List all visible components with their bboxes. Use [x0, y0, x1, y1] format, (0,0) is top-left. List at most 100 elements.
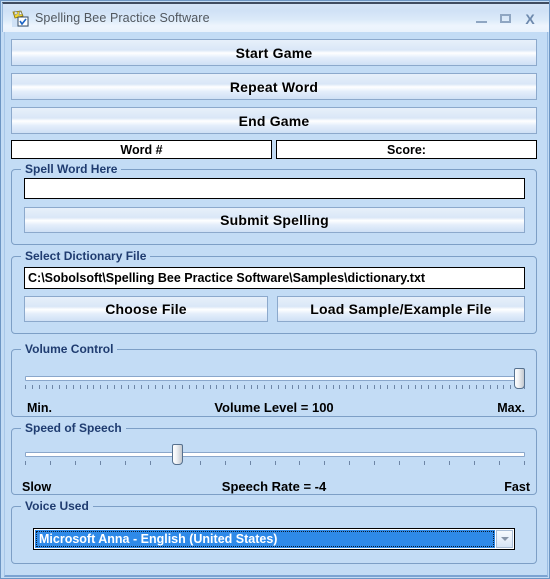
slider-tick	[59, 385, 60, 389]
minimize-button[interactable]	[471, 10, 493, 28]
slider-tick	[292, 385, 293, 389]
slider-tick	[353, 385, 354, 389]
slider-tick	[497, 385, 498, 389]
slider-tick	[285, 385, 286, 389]
word-number-readout: Word #	[11, 140, 272, 159]
volume-group-label: Volume Control	[21, 342, 118, 356]
speech-speed-max-label: Fast	[504, 480, 530, 494]
slider-tick	[223, 385, 224, 389]
start-game-button[interactable]: Start Game	[11, 39, 537, 66]
slider-tick	[66, 385, 67, 389]
dictionary-path-input[interactable]: C:\Sobolsoft\Spelling Bee Practice Softw…	[24, 267, 525, 289]
slider-tick	[203, 385, 204, 389]
slider-tick	[162, 385, 163, 389]
maximize-button[interactable]	[495, 10, 517, 28]
slider-tick	[52, 385, 53, 389]
volume-slider[interactable]	[25, 368, 525, 392]
slider-tick	[312, 385, 313, 389]
slider-tick	[141, 385, 142, 389]
slider-tick	[25, 385, 26, 389]
speech-speed-group-label: Speed of Speech	[21, 421, 126, 435]
slider-tick	[121, 385, 122, 389]
slider-tick	[374, 461, 375, 465]
minimize-icon	[476, 21, 487, 23]
title-bar[interactable]: Spelling Bee Practice Software X	[2, 2, 549, 32]
slider-tick	[449, 461, 450, 465]
slider-tick	[456, 385, 457, 389]
slider-tick	[499, 461, 500, 465]
slider-tick	[394, 385, 395, 389]
client-area: Start Game Repeat Word End Game Word # S…	[4, 32, 548, 577]
slider-tick	[134, 385, 135, 389]
close-button[interactable]: X	[519, 10, 541, 28]
slider-tick	[510, 385, 511, 389]
volume-slider-track[interactable]	[25, 376, 525, 381]
slider-tick	[32, 385, 33, 389]
speech-speed-min-label: Slow	[22, 480, 52, 494]
slider-tick	[474, 461, 475, 465]
slider-tick	[264, 385, 265, 389]
slider-tick	[275, 461, 276, 465]
slider-tick	[278, 385, 279, 389]
slider-tick	[114, 385, 115, 389]
spell-word-input[interactable]	[24, 178, 525, 199]
voice-group-label: Voice Used	[21, 499, 93, 513]
slider-tick	[196, 385, 197, 389]
slider-tick	[469, 385, 470, 389]
slider-tick	[25, 461, 26, 465]
slider-tick	[462, 385, 463, 389]
slider-tick	[367, 385, 368, 389]
slider-tick	[75, 461, 76, 465]
slider-tick	[107, 385, 108, 389]
slider-tick	[319, 385, 320, 389]
chevron-down-icon	[500, 537, 509, 541]
slider-tick	[326, 385, 327, 389]
end-game-button[interactable]: End Game	[11, 107, 537, 134]
volume-value-label: Volume Level = 100	[214, 400, 334, 415]
slider-tick	[346, 385, 347, 389]
voice-select-arrow-button[interactable]	[496, 530, 513, 548]
slider-tick	[490, 385, 491, 389]
speech-speed-slider-track[interactable]	[25, 452, 525, 457]
slider-tick	[237, 385, 238, 389]
slider-tick	[349, 461, 350, 465]
slider-tick	[150, 461, 151, 465]
volume-slider-thumb[interactable]	[514, 368, 525, 389]
voice-select[interactable]: Microsoft Anna - English (United States)	[33, 528, 515, 550]
speech-speed-slider-thumb[interactable]	[172, 444, 183, 465]
window-title: Spelling Bee Practice Software	[35, 11, 210, 25]
slider-tick	[483, 385, 484, 389]
app-window: Spelling Bee Practice Software X Start G…	[0, 0, 550, 579]
slider-tick	[399, 461, 400, 465]
slider-tick	[73, 385, 74, 389]
slider-tick	[200, 461, 201, 465]
slider-tick	[50, 461, 51, 465]
slider-tick	[449, 385, 450, 389]
slider-tick	[442, 385, 443, 389]
slider-tick	[182, 385, 183, 389]
voice-select-value[interactable]: Microsoft Anna - English (United States)	[35, 530, 495, 548]
slider-tick	[424, 461, 425, 465]
slider-tick	[421, 385, 422, 389]
load-sample-file-button[interactable]: Load Sample/Example File	[277, 296, 525, 322]
slider-tick	[189, 385, 190, 389]
slider-tick	[148, 385, 149, 389]
slider-tick	[93, 385, 94, 389]
slider-tick	[339, 385, 340, 389]
slider-tick	[257, 385, 258, 389]
slider-tick	[435, 385, 436, 389]
app-bee-icon	[12, 10, 29, 27]
slider-tick	[251, 385, 252, 389]
slider-tick	[298, 385, 299, 389]
slider-tick	[503, 385, 504, 389]
repeat-word-button[interactable]: Repeat Word	[11, 73, 537, 100]
slider-tick	[387, 385, 388, 389]
slider-tick	[428, 385, 429, 389]
slider-tick	[155, 385, 156, 389]
submit-spelling-button[interactable]: Submit Spelling	[24, 207, 525, 233]
speech-speed-value-label: Speech Rate = -4	[221, 479, 327, 494]
slider-tick	[128, 385, 129, 389]
slider-tick	[80, 385, 81, 389]
choose-file-button[interactable]: Choose File	[24, 296, 268, 322]
speech-speed-slider[interactable]	[25, 444, 525, 468]
